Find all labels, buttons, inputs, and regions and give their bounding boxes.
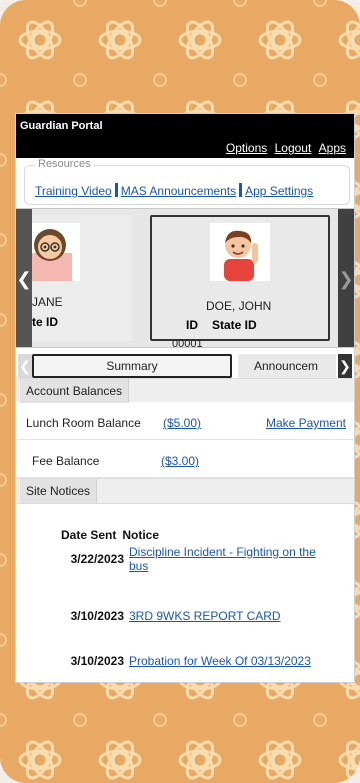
notice-link[interactable]: Probation for Week Of 03/13/2023 [129, 654, 311, 668]
tab-scroll-right-button[interactable]: ❯ [338, 354, 352, 378]
student-carousel: JANE te ID DOE, JOHN ID State ID 00001 ❮… [16, 208, 354, 348]
id-label: ID [186, 318, 198, 332]
resources-links: Training Video MAS Announcements App Setti… [35, 183, 313, 198]
app-title: Guardian Portal [20, 120, 103, 132]
fee-balance-amount[interactable]: ($3.00) [161, 454, 199, 468]
notice-link[interactable]: Discipline Incident - Fighting on the bu… [129, 545, 329, 574]
link-separator [239, 183, 243, 197]
tab-summary[interactable]: Summary [32, 354, 232, 378]
logout-link[interactable]: Logout [275, 141, 312, 155]
notice-date: 3/10/2023 [70, 654, 124, 668]
site-notices-list: Date Sent Notice 3/22/2023 Discipline Inc… [16, 504, 354, 668]
app-settings-link[interactable]: App Settings [245, 184, 313, 198]
options-link[interactable]: Options [226, 141, 267, 155]
tab-bar: ❮ Summary Announcem ❯ [16, 352, 354, 378]
chevron-right-icon: ❯ [338, 268, 354, 289]
link-separator [114, 183, 118, 197]
mas-announcements-link[interactable]: MAS Announcements [121, 184, 236, 198]
title-bar: Guardian Portal Options Logout Apps [16, 114, 354, 158]
state-id-label: State ID [212, 318, 257, 332]
previous-student-button[interactable]: ❮ [16, 209, 32, 347]
notice-row: 3/22/2023 Discipline Incident - Fighting… [58, 545, 329, 574]
student-id-value: 00001 [172, 338, 203, 348]
make-payment-link[interactable]: Make Payment [266, 416, 346, 430]
girl-avatar-icon [32, 229, 72, 281]
student-id-labels: ID State ID [186, 318, 271, 332]
student-name: DOE, JOHN [206, 299, 272, 313]
notice-row: 3/10/2023 3RD 9WKS REPORT CARD [58, 609, 281, 623]
apps-link[interactable]: Apps [319, 141, 346, 155]
next-student-button[interactable]: ❯ [338, 209, 354, 347]
fee-balance-row: Fee Balance ($3.00) [16, 440, 354, 478]
guardian-portal-window: Guardian Portal Options Logout Apps Reso… [16, 114, 354, 682]
account-balances-header: Account Balances [16, 378, 354, 403]
resources-legend: Resources [35, 158, 94, 170]
student-id-label: te ID [32, 315, 59, 329]
chevron-right-icon: ❯ [339, 357, 351, 374]
student-card-jane[interactable]: JANE te ID [32, 215, 132, 341]
notice-header: Notice [122, 528, 160, 542]
avatar [210, 223, 270, 281]
tab-announcements[interactable]: Announcem [238, 354, 336, 378]
notice-date: 3/22/2023 [70, 552, 124, 566]
notice-table-header: Date Sent Notice [61, 528, 159, 542]
header-links: Options Logout Apps [222, 141, 346, 155]
tab-scroll-left-button[interactable]: ❮ [18, 354, 32, 378]
resources-panel: Resources Training Video MAS Announcement… [24, 158, 350, 205]
notice-date: 3/10/2023 [70, 609, 124, 623]
fee-balance-label: Fee Balance [32, 454, 100, 468]
lunch-balance-amount[interactable]: ($5.00) [163, 416, 201, 430]
chevron-left-icon: ❮ [16, 268, 32, 289]
notice-link[interactable]: 3RD 9WKS REPORT CARD [129, 609, 281, 623]
boy-avatar-icon [224, 230, 258, 281]
lunch-balance-label: Lunch Room Balance [26, 416, 141, 430]
training-video-link[interactable]: Training Video [35, 184, 112, 198]
avatar [32, 223, 80, 281]
student-card-john[interactable]: DOE, JOHN ID State ID 00001 [150, 215, 330, 347]
date-sent-header: Date Sent [61, 528, 117, 542]
site-notices-header: Site Notices [16, 478, 354, 504]
student-name: JANE [32, 295, 63, 309]
notice-row: 3/10/2023 Probation for Week Of 03/13/20… [58, 654, 311, 668]
lunch-balance-row: Lunch Room Balance ($5.00) Make Payment [16, 402, 354, 440]
chevron-left-icon: ❮ [19, 357, 31, 374]
